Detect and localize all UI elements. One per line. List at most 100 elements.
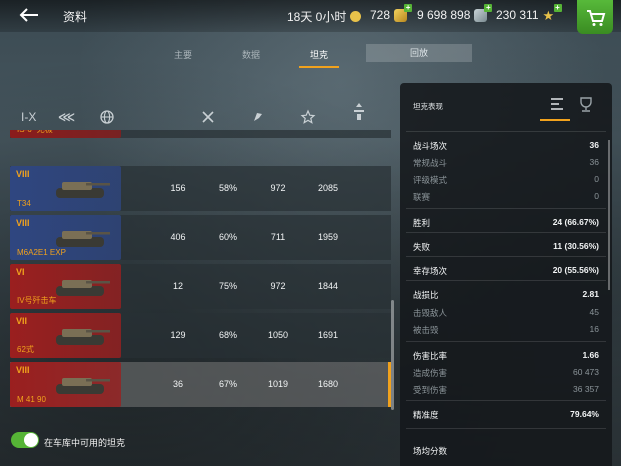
panel-divider <box>406 280 606 281</box>
tank-card: VI IV号歼击车 <box>10 264 121 309</box>
table-row[interactable]: VIII M 41 90 36 67% 1019 1680 <box>10 362 391 407</box>
cell-avg-damage: 1959 <box>317 232 339 242</box>
tab-replays[interactable]: 回放 <box>366 44 472 62</box>
tank-name: 62式 <box>17 345 34 354</box>
tab-data[interactable]: 数据 <box>240 48 262 61</box>
stat-value: 60 473 <box>573 367 599 377</box>
table-scrollbar[interactable] <box>391 300 394 410</box>
cart-icon <box>587 10 606 26</box>
stat-label: 精准度 <box>413 410 439 420</box>
stat-value: 1.66 <box>582 350 599 360</box>
page-title: 资料 <box>63 10 88 24</box>
credits-value: 9 698 898 <box>417 8 471 22</box>
panel-divider <box>406 232 606 233</box>
stat-label: 场均分数 <box>413 446 448 456</box>
tank-name: IS-6 "无极" <box>17 130 56 135</box>
tank-icon <box>56 378 110 394</box>
stat-value: 36 <box>589 157 599 167</box>
stat-value: 36 <box>589 140 599 150</box>
tank-tier: VI <box>16 267 25 277</box>
damage-sort-icon[interactable] <box>351 102 367 124</box>
stat-value: 0 <box>594 191 599 201</box>
stat-value: 2.81 <box>582 289 599 299</box>
tank-tier: VIII <box>16 169 30 179</box>
active-tab-indicator <box>299 66 339 68</box>
stat-value: 36 357 <box>573 384 599 394</box>
star-column-icon[interactable] <box>300 109 316 125</box>
panel-divider <box>406 131 606 132</box>
tank-name: M 41 90 <box>17 395 46 404</box>
stat-label: 战损比 <box>413 290 439 300</box>
stat-label: 联赛 <box>413 192 431 202</box>
stats-list-icon[interactable] <box>547 95 567 113</box>
tab-tanks[interactable]: 坦克 <box>308 48 330 61</box>
tank-icon <box>56 329 110 345</box>
tank-card: VIII M6A2E1 EXP <box>10 215 121 260</box>
stat-label: 评级模式 <box>413 175 448 185</box>
back-arrow-icon[interactable] <box>14 5 42 25</box>
panel-divider <box>406 341 606 342</box>
free-xp-value: 230 311 <box>496 8 539 22</box>
cell-avg-damage: 2116 <box>298 130 358 138</box>
table-row[interactable]: VIII T34 156 58% 972 2085 <box>10 166 391 211</box>
gold-icon: + <box>394 3 413 22</box>
table-row[interactable]: VIII M6A2E1 EXP 406 60% 711 1959 <box>10 215 391 260</box>
trophy-icon[interactable] <box>576 95 596 113</box>
stat-value: 79.64% <box>570 409 599 419</box>
stat-label: 幸存场次 <box>413 266 448 276</box>
stat-label: 常规战斗 <box>413 158 448 168</box>
tank-table: IS-6 "无极"8466%10662116VIIIT3415658%97220… <box>10 130 391 418</box>
credits-counter[interactable]: 9 698 898 + <box>417 3 493 22</box>
globe-icon[interactable] <box>99 109 115 125</box>
panel-title: 坦克表现 <box>413 102 443 111</box>
stat-label: 击毁敌人 <box>413 308 448 318</box>
tank-icon <box>56 280 110 296</box>
stat-value: 24 (66.67%) <box>552 217 599 227</box>
tank-tier: VII <box>16 316 28 326</box>
stat-label: 被击毁 <box>413 325 439 335</box>
tank-card: IS-6 "无极" <box>10 130 121 138</box>
table-row[interactable]: VII 62式 129 68% 1050 1691 <box>10 313 391 358</box>
table-row[interactable]: VI IV号歼击车 12 75% 972 1844 <box>10 264 391 309</box>
star-icon: ★ + <box>542 2 562 23</box>
stat-value: 45 <box>589 307 599 317</box>
cell-avg-damage: 1680 <box>317 379 339 389</box>
stat-value: 11 (30.56%) <box>553 241 599 251</box>
crown-icon <box>350 11 362 22</box>
nation-filter[interactable]: ⋘ <box>58 110 75 124</box>
garage-available-label: 在车库中可用的坦克 <box>44 438 126 448</box>
tank-icon <box>56 182 110 198</box>
tank-tier: VIII <box>16 365 30 375</box>
stat-label: 伤害比率 <box>413 351 448 361</box>
stat-label: 受到伤害 <box>413 385 448 395</box>
tier-filter[interactable]: I-X <box>21 110 36 124</box>
free-xp-counter[interactable]: 230 311 ★ + <box>496 2 562 23</box>
panel-divider <box>406 400 606 401</box>
tab-main[interactable]: 主要 <box>172 48 194 61</box>
garage-available-toggle[interactable] <box>11 432 39 448</box>
stat-label: 战斗场次 <box>413 141 448 151</box>
cell-avg-damage: 2085 <box>317 183 339 193</box>
crossed-swords-icon[interactable] <box>200 109 216 125</box>
stat-label: 失败 <box>413 242 431 252</box>
stat-value: 16 <box>589 324 599 334</box>
tank-name: IV号歼击车 <box>17 296 57 305</box>
tank-tier: VIII <box>16 218 30 228</box>
tank-name: T34 <box>17 199 31 208</box>
victory-icon[interactable] <box>250 109 266 125</box>
stat-value: 20 (55.56%) <box>552 265 599 275</box>
credits-icon: + <box>474 3 493 22</box>
tank-card: VII 62式 <box>10 313 121 358</box>
shop-button[interactable] <box>577 0 613 34</box>
table-row[interactable]: IS-6 "无极"8466%10662116 <box>10 130 391 138</box>
cell-avg-damage: 1844 <box>317 281 339 291</box>
tank-card: VIII M 41 90 <box>10 362 121 407</box>
premium-timer[interactable]: 18天 0小时 <box>287 8 362 25</box>
stat-value: 0 <box>594 174 599 184</box>
panel-divider <box>406 256 606 257</box>
panel-scrollbar[interactable] <box>608 140 610 290</box>
gold-counter[interactable]: 728 + <box>370 3 413 22</box>
gold-value: 728 <box>370 8 391 22</box>
tank-card: VIII T34 <box>10 166 121 211</box>
panel-active-tab-indicator <box>540 119 570 121</box>
